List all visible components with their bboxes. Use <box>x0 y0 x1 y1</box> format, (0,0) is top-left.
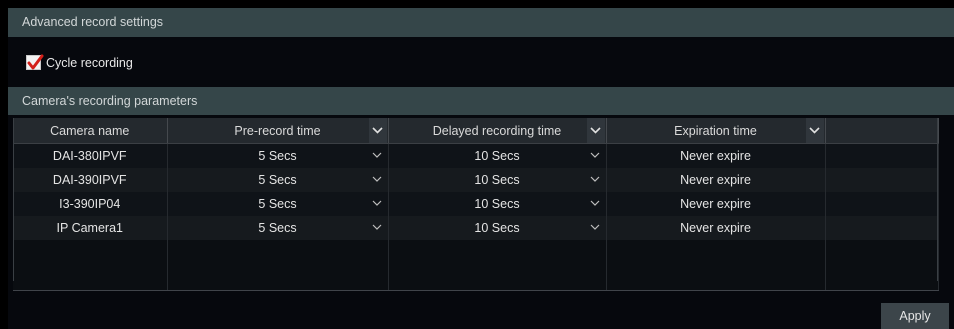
pre-record-select[interactable]: 5 Secs <box>167 143 389 168</box>
delayed-recording-batch-dropdown[interactable] <box>586 118 605 143</box>
chevron-down-icon <box>590 200 599 206</box>
column-header-blank <box>825 118 939 144</box>
expiration-batch-dropdown[interactable] <box>805 118 824 143</box>
pre-record-batch-dropdown[interactable] <box>368 118 387 143</box>
checkmark-icon <box>27 54 44 70</box>
delayed-recording-select[interactable]: 10 Secs <box>388 216 607 240</box>
empty-row <box>13 240 939 264</box>
chevron-down-icon <box>809 127 820 134</box>
expiration-cell[interactable]: Never expire <box>606 216 826 240</box>
chevron-down-icon <box>372 152 381 158</box>
table-left-border <box>13 118 14 281</box>
column-header-camera-name: Camera name <box>13 118 168 144</box>
chevron-down-icon <box>590 152 599 158</box>
empty-row <box>13 264 939 291</box>
chevron-down-icon <box>590 224 599 230</box>
delayed-recording-select[interactable]: 10 Secs <box>388 168 607 192</box>
cycle-recording-option[interactable]: Cycle recording <box>26 54 133 70</box>
chevron-down-icon <box>590 176 599 182</box>
cycle-recording-checkbox[interactable] <box>26 54 44 70</box>
delayed-recording-select[interactable]: 10 Secs <box>388 192 607 216</box>
recording-parameters-table: Camera name Pre-record time Delayed reco… <box>13 118 939 291</box>
expiration-cell[interactable]: Never expire <box>606 192 826 216</box>
expiration-cell[interactable]: Never expire <box>606 168 826 192</box>
apply-button[interactable]: Apply <box>881 303 949 329</box>
camera-name-cell: I3-390IP04 <box>13 192 168 216</box>
table-right-border <box>937 118 938 281</box>
camera-name-cell: IP Camera1 <box>13 216 168 240</box>
table-header-row: Camera name Pre-record time Delayed reco… <box>13 118 939 144</box>
expiration-cell[interactable]: Never expire <box>606 143 826 168</box>
chevron-down-icon <box>372 176 381 182</box>
table-row: DAI-390IPVF 5 Secs 10 Secs Never expire <box>13 168 939 192</box>
camera-name-cell: DAI-390IPVF <box>13 168 168 192</box>
chevron-down-icon <box>372 127 383 134</box>
pre-record-select[interactable]: 5 Secs <box>167 216 389 240</box>
table-row: IP Camera1 5 Secs 10 Secs Never expire <box>13 216 939 240</box>
delayed-recording-select[interactable]: 10 Secs <box>388 143 607 168</box>
chevron-down-icon <box>372 200 381 206</box>
pre-record-select[interactable]: 5 Secs <box>167 168 389 192</box>
cycle-recording-label: Cycle recording <box>46 55 133 70</box>
column-header-delayed-recording-time[interactable]: Delayed recording time <box>388 118 607 144</box>
column-header-expiration-time[interactable]: Expiration time <box>606 118 826 144</box>
chevron-down-icon <box>590 127 601 134</box>
advanced-record-settings-header: Advanced record settings <box>8 8 954 37</box>
table-row: I3-390IP04 5 Secs 10 Secs Never expire <box>13 192 939 216</box>
pre-record-select[interactable]: 5 Secs <box>167 192 389 216</box>
camera-name-cell: DAI-380IPVF <box>13 143 168 168</box>
column-header-pre-record-time[interactable]: Pre-record time <box>167 118 389 144</box>
chevron-down-icon <box>372 224 381 230</box>
recording-parameters-header: Camera's recording parameters <box>8 87 954 115</box>
table-row: DAI-380IPVF 5 Secs 10 Secs Never expire <box>13 143 939 168</box>
